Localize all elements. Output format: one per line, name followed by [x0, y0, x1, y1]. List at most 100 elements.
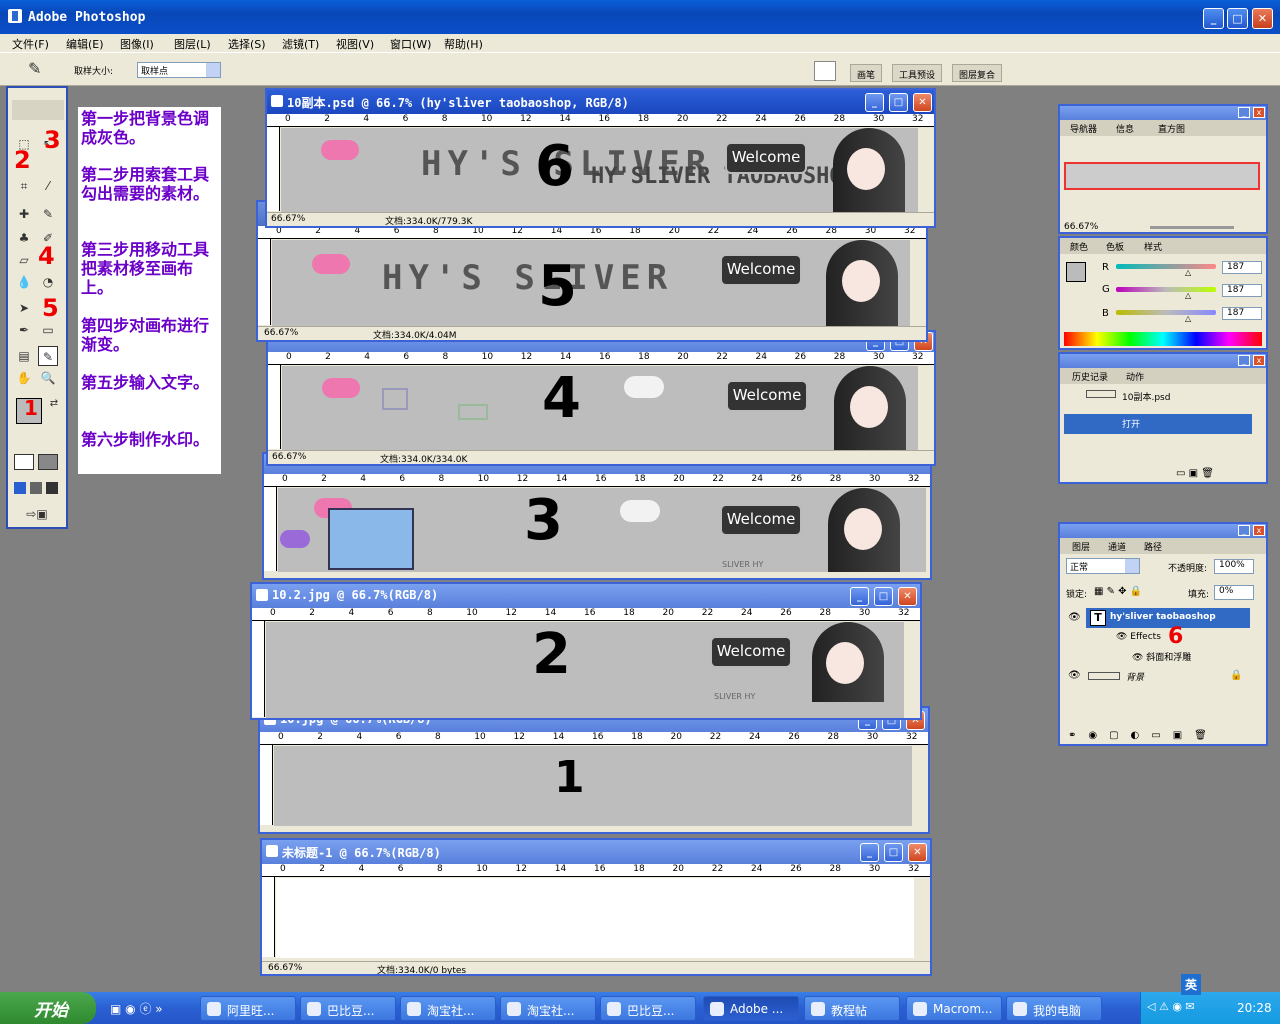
b-slider-thumb[interactable]: △: [1185, 314, 1191, 323]
history-snapshot[interactable]: 10副本.psd: [1122, 390, 1170, 403]
doc-window-3[interactable]: 0 2 4 6 8 10 12 14 16 18 20 22 24 26 28 30 32 3 Welcome …: [262, 452, 932, 580]
well-tab-layer-comps[interactable]: 图层复合: [952, 64, 1003, 82]
eye-icon[interactable]: 👁: [1068, 612, 1081, 623]
r-slider[interactable]: [1116, 264, 1216, 269]
well-tab-tool-presets[interactable]: 工具预设: [892, 64, 943, 82]
panel-title-bar[interactable]: [1060, 354, 1266, 368]
b-slider[interactable]: [1116, 310, 1216, 315]
g-slider-thumb[interactable]: △: [1185, 291, 1191, 300]
panel-close[interactable]: x: [1253, 525, 1265, 536]
screen-mode-full[interactable]: [46, 482, 58, 494]
r-value[interactable]: 187: [1222, 261, 1262, 274]
slice-tool-icon[interactable]: ⁄: [38, 176, 58, 196]
menu-filter[interactable]: 滤镜(T): [282, 36, 319, 52]
doc-title-bar[interactable]: 10副本.psd @ 66.7% (hy'sliver taobaoshop, …: [267, 90, 934, 114]
blend-mode-select[interactable]: 正常: [1066, 558, 1140, 574]
menu-layer[interactable]: 图层(L): [174, 36, 211, 52]
doc-maximize[interactable]: □: [889, 93, 908, 112]
navigator-preview[interactable]: [1064, 162, 1260, 190]
tab-layers[interactable]: 图层: [1072, 540, 1090, 553]
hand-tool-icon[interactable]: ✋: [14, 368, 34, 388]
opacity-value[interactable]: 100%: [1214, 559, 1254, 574]
doc-minimize[interactable]: _: [850, 587, 869, 606]
blur-tool-icon[interactable]: 💧: [14, 272, 34, 292]
well-tab-brushes[interactable]: 画笔: [850, 64, 883, 82]
notes-tool-icon[interactable]: ▤: [14, 346, 34, 366]
doc-title-bar[interactable]: 未标题-1 @ 66.7%(RGB/8): [262, 840, 930, 864]
panel-minimize[interactable]: _: [1238, 107, 1250, 118]
eraser-tool-icon[interactable]: ▱: [14, 250, 34, 270]
tab-info[interactable]: 信息: [1116, 122, 1134, 135]
background-layer-name[interactable]: 背景: [1126, 670, 1144, 683]
start-button[interactable]: 开始: [0, 992, 96, 1024]
panel-title-bar[interactable]: [1060, 524, 1266, 538]
panel-minimize[interactable]: _: [1238, 355, 1250, 366]
task-tutorial-folder[interactable]: 教程帖: [804, 996, 900, 1021]
doc-minimize[interactable]: _: [865, 93, 884, 112]
doc-close[interactable]: ✕: [913, 93, 932, 112]
sample-size-select[interactable]: 取样点: [137, 62, 221, 78]
menu-select[interactable]: 选择(S): [228, 36, 266, 52]
task-taobao-1[interactable]: 淘宝社...: [400, 996, 496, 1021]
task-aliwangwang[interactable]: 阿里旺...: [200, 996, 296, 1021]
bevel-emboss-row[interactable]: 👁 斜面和浮雕: [1132, 650, 1191, 663]
tab-actions[interactable]: 动作: [1126, 370, 1144, 383]
navigator-zoom[interactable]: 66.67%: [1064, 222, 1098, 232]
eyedropper-tool-icon[interactable]: ✎: [38, 346, 58, 366]
jump-to-imageready-icon[interactable]: ⇨▣: [14, 504, 60, 524]
doc-window-10-2-jpg[interactable]: 10.2.jpg @ 66.7%(RGB/8) _ □ ✕ 0 2 4 6 8 10 12 1…: [250, 582, 922, 720]
swap-colors-icon[interactable]: ⇄: [44, 394, 64, 414]
task-my-computer[interactable]: 我的电脑: [1006, 996, 1102, 1021]
doc-maximize[interactable]: □: [884, 843, 903, 862]
doc-window-untitled[interactable]: 未标题-1 @ 66.7%(RGB/8) _ □ ✕ 0 2 4 6 8 10 12 14 16…: [260, 838, 932, 976]
tab-styles[interactable]: 样式: [1144, 240, 1162, 253]
r-slider-thumb[interactable]: △: [1185, 268, 1191, 277]
healing-brush-icon[interactable]: ✚: [14, 204, 34, 224]
minimize-button[interactable]: _: [1203, 8, 1224, 29]
quick-launch-icons[interactable]: ▣ ◉ ⓔ »: [110, 1000, 163, 1017]
tab-history[interactable]: 历史记录: [1072, 370, 1108, 383]
doc-canvas[interactable]: 3 Welcome SLIVER HY: [278, 488, 926, 572]
doc-window-10-copy-psd[interactable]: 10副本.psd @ 66.7% (hy'sliver taobaoshop, …: [265, 88, 936, 228]
crop-tool-icon[interactable]: ⌗: [14, 176, 34, 196]
shape-tool-icon[interactable]: ▭: [38, 320, 58, 340]
task-taobao-2[interactable]: 淘宝社...: [500, 996, 596, 1021]
doc-canvas[interactable]: HY'S SLIVER 5 Welcome: [272, 240, 910, 326]
menu-image[interactable]: 图像(I): [120, 36, 154, 52]
history-footer-icons[interactable]: ▭ ▣ 🗑: [1176, 468, 1214, 479]
effects-row[interactable]: 👁 Effects: [1116, 632, 1161, 642]
menu-view[interactable]: 视图(V): [336, 36, 374, 52]
task-photoshop[interactable]: Adobe ...: [703, 996, 799, 1021]
standard-mode-button[interactable]: [14, 454, 34, 470]
pen-tool-icon[interactable]: ✒: [14, 320, 34, 340]
menu-edit[interactable]: 编辑(E): [66, 36, 104, 52]
task-macromedia[interactable]: Macrom...: [906, 996, 1002, 1021]
dodge-tool-icon[interactable]: ◔: [38, 272, 58, 292]
doc-zoom[interactable]: 66.67%: [264, 328, 298, 338]
doc-canvas[interactable]: [276, 878, 914, 958]
panel-close[interactable]: x: [1253, 107, 1265, 118]
doc-canvas[interactable]: 4 Welcome: [282, 366, 918, 450]
eyedropper-icon[interactable]: ✎: [28, 59, 41, 78]
doc-zoom[interactable]: 66.67%: [268, 963, 302, 973]
screen-mode-standard[interactable]: [14, 482, 26, 494]
path-selection-icon[interactable]: ➤: [14, 298, 34, 318]
ime-indicator[interactable]: 英: [1181, 974, 1202, 995]
doc-zoom[interactable]: 66.67%: [271, 214, 305, 224]
panel-close[interactable]: x: [1253, 355, 1265, 366]
doc-close[interactable]: ✕: [908, 843, 927, 862]
tray-icons[interactable]: ◁ ⚠ ◉ ✉: [1147, 1000, 1195, 1013]
b-value[interactable]: 187: [1222, 307, 1262, 320]
close-button[interactable]: ✕: [1252, 8, 1273, 29]
task-babidou-1[interactable]: 巴比豆...: [300, 996, 396, 1021]
tab-paths[interactable]: 路径: [1144, 540, 1162, 553]
panel-title-bar[interactable]: [1060, 106, 1266, 120]
doc-canvas[interactable]: HY'S SLIVER 6 HY'SLIVER TAOBAOSHOP Welco…: [281, 128, 918, 212]
fill-value[interactable]: 0%: [1214, 585, 1254, 600]
color-foreground-swatch[interactable]: [1066, 262, 1086, 282]
doc-minimize[interactable]: _: [860, 843, 879, 862]
tab-color[interactable]: 颜色: [1070, 240, 1088, 253]
doc-window-10-jpg[interactable]: 10.jpg @ 66.7%(RGB/8) _ □ ✕ 024681012141…: [258, 706, 930, 834]
brush-tool-icon[interactable]: ✎: [38, 204, 58, 224]
tab-swatches[interactable]: 色板: [1106, 240, 1124, 253]
